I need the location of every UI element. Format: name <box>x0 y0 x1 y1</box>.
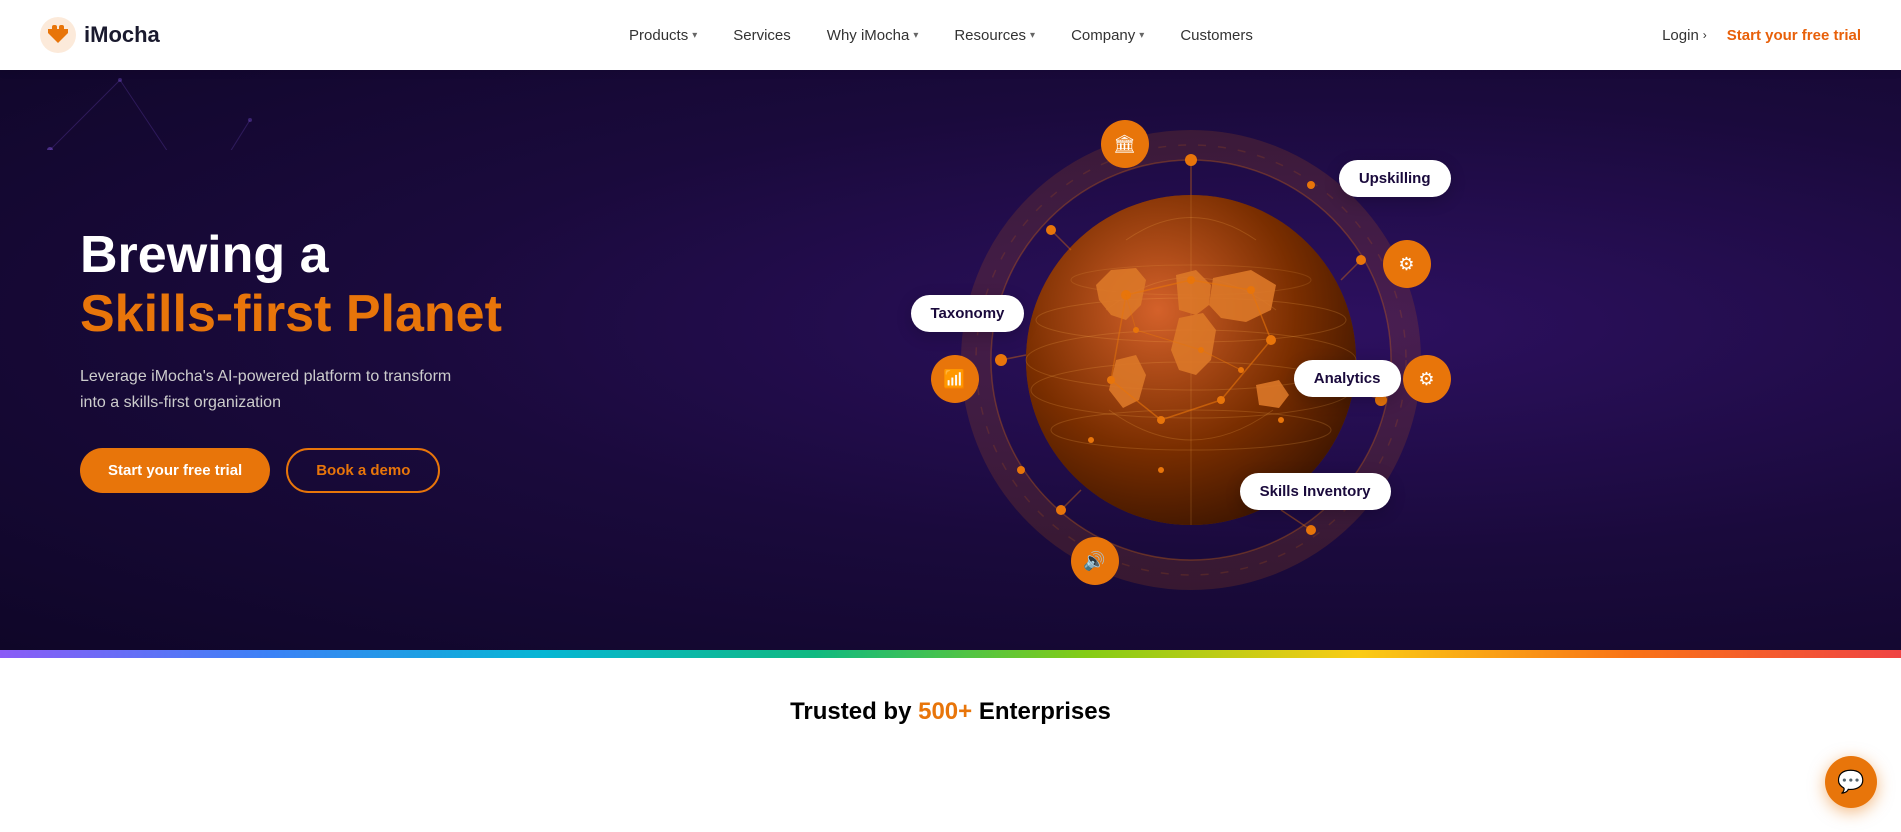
nav-menu: Products ▾ Services Why iMocha ▾ Resourc… <box>220 19 1662 52</box>
chat-button[interactable]: 💬 <box>1825 756 1877 808</box>
hero-demo-button[interactable]: Book a demo <box>286 448 440 493</box>
hero-title-line2: Skills-first Planet <box>80 285 520 345</box>
logo-text: iMocha <box>84 22 160 48</box>
nav-products[interactable]: Products ▾ <box>615 19 711 52</box>
chevron-down-icon: ▾ <box>1139 30 1144 41</box>
chat-icon: 💬 <box>1837 769 1864 795</box>
globe-label-taxonomy: Taxonomy <box>911 295 1025 332</box>
globe-container: Upskilling Taxonomy Analytics Skills Inv… <box>961 130 1421 590</box>
logo[interactable]: iMocha <box>40 17 160 53</box>
hero-title-line1: Brewing a <box>80 227 520 284</box>
trusted-title: Trusted by 500+ Enterprises <box>0 698 1901 726</box>
gear-icon: ⚙ <box>1398 254 1414 275</box>
wifi-icon: 📶 <box>943 369 965 390</box>
hero-left-panel: Brewing a Skills-first Planet Leverage i… <box>80 227 560 492</box>
nav-why-imocha[interactable]: Why iMocha ▾ <box>813 19 933 52</box>
login-link[interactable]: Login › <box>1662 27 1707 44</box>
trusted-section: Trusted by 500+ Enterprises <box>0 658 1901 746</box>
globe-icon-gear: ⚙ <box>1383 240 1431 288</box>
nav-customers[interactable]: Customers <box>1166 19 1267 52</box>
hero-free-trial-button[interactable]: Start your free trial <box>80 448 270 493</box>
sound-icon: 🔊 <box>1083 551 1105 572</box>
globe-icon-settings: ⚙ <box>1403 355 1451 403</box>
navbar-actions: Login › Start your free trial <box>1662 27 1861 44</box>
imocha-logo-icon <box>40 17 76 53</box>
chevron-down-icon: ▾ <box>692 30 697 41</box>
chevron-down-icon: ▾ <box>1030 30 1035 41</box>
hero-cta-group: Start your free trial Book a demo <box>80 448 520 493</box>
navbar: iMocha Products ▾ Services Why iMocha ▾ … <box>0 0 1901 70</box>
nav-company[interactable]: Company ▾ <box>1057 19 1158 52</box>
globe-icon-building: 🏛 <box>1101 120 1149 168</box>
gradient-divider <box>0 650 1901 658</box>
hero-subtitle: Leverage iMocha's AI-powered platform to… <box>80 364 480 415</box>
globe-label-skills-inventory: Skills Inventory <box>1240 473 1391 510</box>
nav-services[interactable]: Services <box>719 19 805 52</box>
nav-resources[interactable]: Resources ▾ <box>940 19 1049 52</box>
hero-content: Brewing a Skills-first Planet Leverage i… <box>0 70 1901 650</box>
settings-icon: ⚙ <box>1418 369 1434 390</box>
globe-icon-wifi: 📶 <box>931 355 979 403</box>
arrow-right-icon: › <box>1703 28 1707 42</box>
building-icon: 🏛 <box>1113 134 1136 155</box>
globe-label-upskilling: Upskilling <box>1339 160 1451 197</box>
hero-section: Brewing a Skills-first Planet Leverage i… <box>0 0 1901 650</box>
chevron-down-icon: ▾ <box>913 30 918 41</box>
globe-label-analytics: Analytics <box>1294 360 1401 397</box>
globe-icon-sound: 🔊 <box>1071 537 1119 585</box>
hero-globe-area: Upskilling Taxonomy Analytics Skills Inv… <box>560 110 1821 610</box>
nav-free-trial-button[interactable]: Start your free trial <box>1727 27 1861 44</box>
